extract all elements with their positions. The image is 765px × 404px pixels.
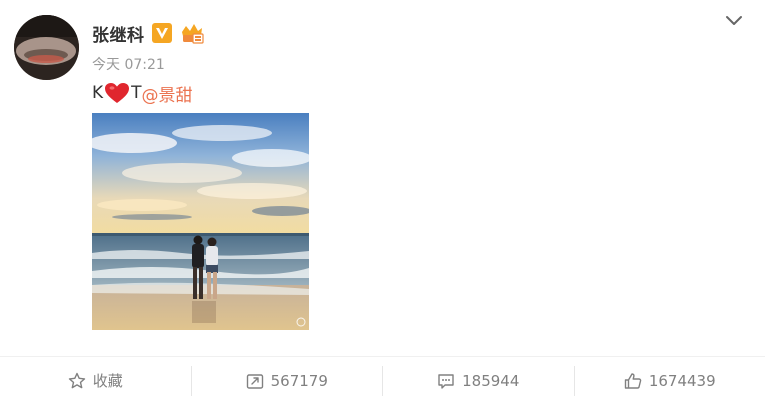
like-count: 1674439 — [648, 371, 716, 390]
comment-icon — [438, 373, 454, 389]
username[interactable]: 张继科 — [92, 21, 145, 46]
action-bar: 收藏 567179 185944 1674439 — [0, 357, 765, 404]
weibo-post-card: 张继科 今天 07:21 K T @景甜 收藏 567179 185944 16… — [0, 0, 765, 404]
vip-crown-icon[interactable] — [179, 22, 205, 44]
chevron-down-icon[interactable] — [724, 12, 744, 30]
star-icon — [68, 372, 85, 388]
post-text: K T @景甜 — [92, 81, 193, 106]
repost-count: 567179 — [270, 371, 328, 390]
post-text-middle: T — [131, 83, 142, 103]
favorite-button[interactable]: 收藏 — [0, 357, 191, 404]
verified-v-icon — [152, 23, 172, 43]
comment-count: 185944 — [462, 371, 520, 390]
like-button[interactable]: 1674439 — [575, 357, 765, 404]
thumbs-up-icon — [624, 372, 642, 389]
post-image[interactable] — [92, 113, 309, 330]
repost-button[interactable]: 567179 — [192, 357, 383, 404]
mention-link[interactable]: @景甜 — [142, 81, 193, 106]
avatar[interactable] — [14, 15, 79, 80]
post-time[interactable]: 今天 07:21 — [92, 54, 165, 74]
comment-button[interactable]: 185944 — [383, 357, 574, 404]
heart-icon — [105, 83, 130, 103]
favorite-label: 收藏 — [92, 372, 123, 390]
post-text-before: K — [92, 83, 104, 103]
repost-icon — [246, 373, 263, 389]
